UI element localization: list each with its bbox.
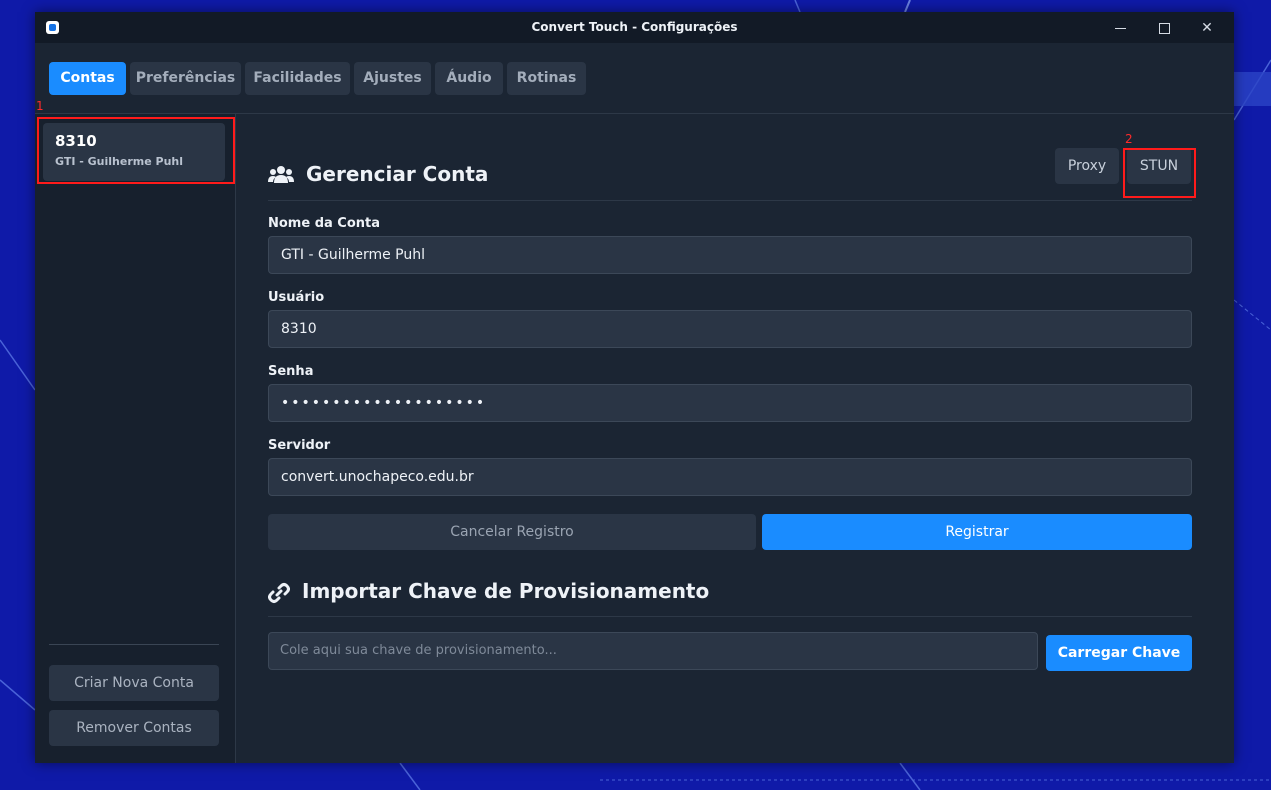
create-account-button[interactable]: Criar Nova Conta	[49, 665, 219, 701]
maximize-icon[interactable]	[1153, 18, 1175, 38]
window-title: Convert Touch - Configurações	[531, 20, 738, 34]
server-input[interactable]: convert.unochapeco.edu.br	[268, 458, 1192, 496]
annotation-box-1	[37, 117, 235, 184]
tab-preferencias[interactable]: Preferências	[130, 62, 241, 95]
annotation-label-1: 1	[36, 99, 44, 113]
proxy-button[interactable]: Proxy	[1055, 148, 1119, 184]
remove-accounts-button[interactable]: Remover Contas	[49, 710, 219, 746]
section-divider	[268, 200, 1192, 201]
minimize-icon[interactable]	[1110, 18, 1132, 38]
password-label: Senha	[268, 364, 314, 379]
provision-title: Importar Chave de Provisionamento	[302, 579, 710, 603]
tab-ajustes[interactable]: Ajustes	[354, 62, 431, 95]
users-icon	[268, 166, 294, 183]
register-button[interactable]: Registrar	[762, 514, 1192, 550]
annotation-label-2: 2	[1125, 132, 1133, 146]
manage-account-title: Gerenciar Conta	[306, 162, 489, 186]
annotation-box-2	[1123, 148, 1196, 198]
sidebar-divider	[49, 644, 219, 645]
account-name-label: Nome da Conta	[268, 216, 381, 231]
load-key-button[interactable]: Carregar Chave	[1046, 635, 1192, 671]
user-input[interactable]: 8310	[268, 310, 1192, 348]
cancel-registration-button[interactable]: Cancelar Registro	[268, 514, 756, 550]
accounts-sidebar: 8310 GTI - Guilherme Puhl Criar Nova Con…	[35, 114, 236, 763]
tab-audio[interactable]: Áudio	[435, 62, 503, 95]
link-icon	[268, 583, 290, 603]
server-label: Servidor	[268, 438, 331, 453]
account-name-input[interactable]: GTI - Guilherme Puhl	[268, 236, 1192, 274]
provision-divider	[268, 616, 1192, 617]
provision-key-input[interactable]: Cole aqui sua chave de provisionamento..…	[268, 632, 1038, 670]
tab-contas[interactable]: Contas	[49, 62, 126, 95]
password-input[interactable]: ••••••••••••••••••••	[268, 384, 1192, 422]
user-label: Usuário	[268, 290, 325, 305]
settings-window: Convert Touch - Configurações ✕ Contas P…	[35, 12, 1234, 763]
close-icon[interactable]: ✕	[1196, 18, 1218, 38]
tab-rotinas[interactable]: Rotinas	[507, 62, 586, 95]
tab-facilidades[interactable]: Facilidades	[245, 62, 350, 95]
title-bar: Convert Touch - Configurações ✕	[35, 12, 1234, 43]
